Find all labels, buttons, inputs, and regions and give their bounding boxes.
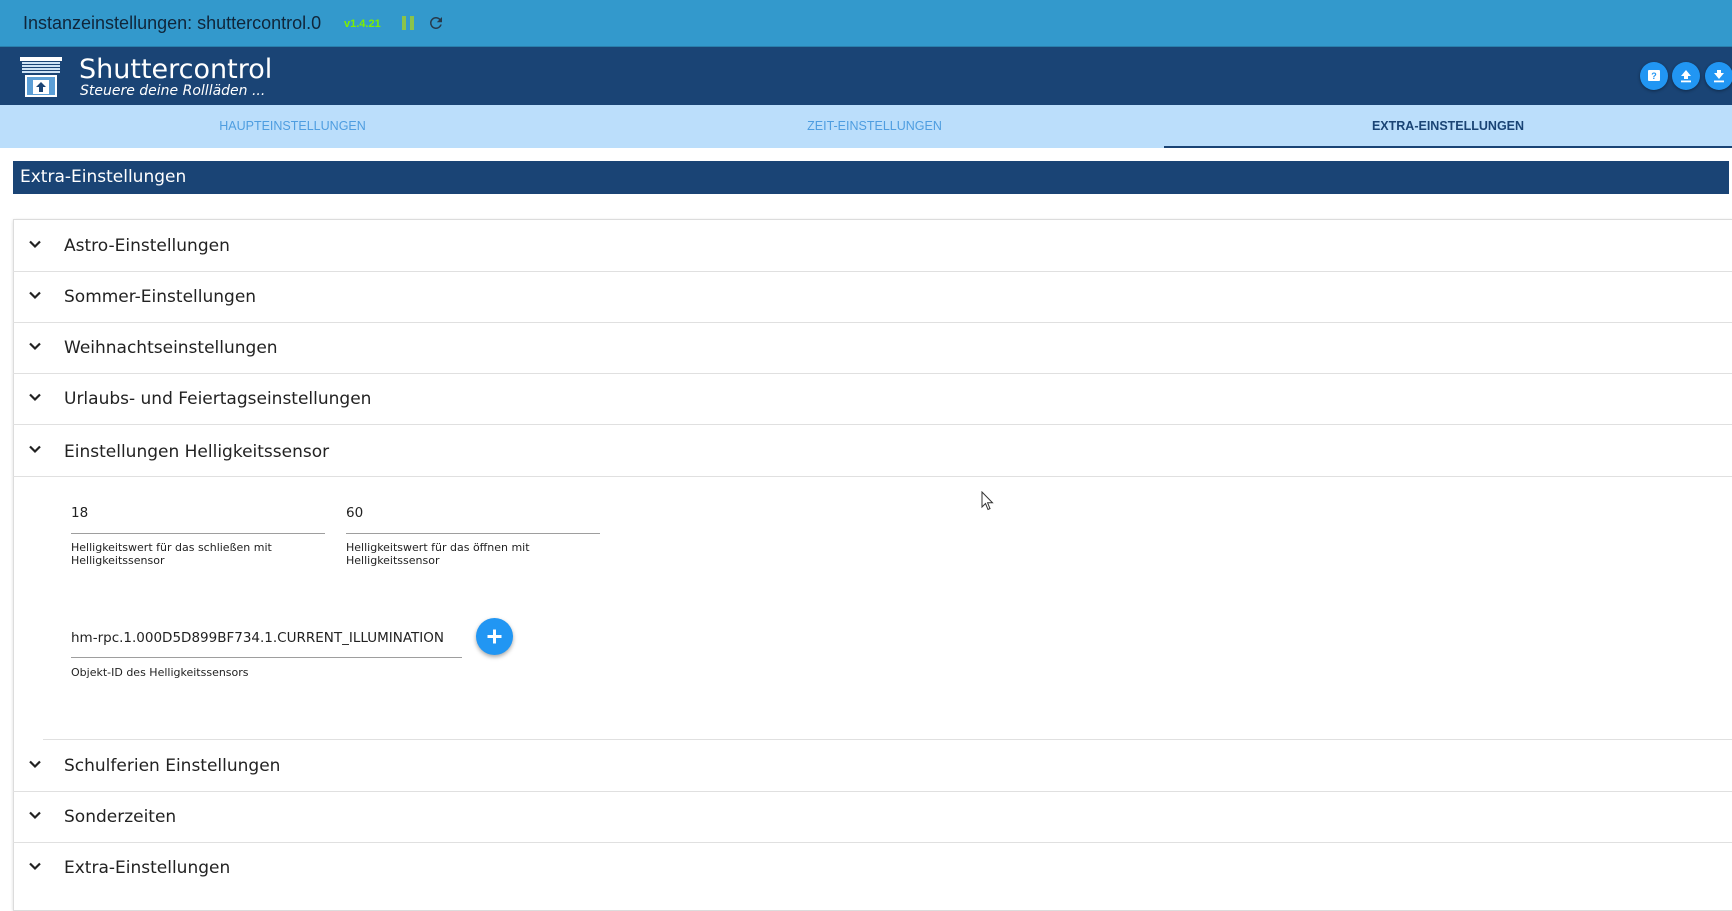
section-title: Extra-Einstellungen	[13, 161, 1729, 194]
accordion-holidays[interactable]: Urlaubs- und Feiertagseinstellungen	[13, 373, 1732, 425]
chevron-down-icon	[29, 393, 41, 402]
accordion-label: Sonderzeiten	[64, 807, 177, 827]
accordion-label: Weihnachtseinstellungen	[64, 338, 278, 358]
chevron-down-icon	[29, 240, 41, 249]
accordion-special-times[interactable]: Sonderzeiten	[13, 791, 1732, 843]
app-subtitle: Steuere deine Rollläden ...	[80, 83, 266, 99]
accordion-christmas[interactable]: Weihnachtseinstellungen	[13, 322, 1732, 374]
download-button[interactable]	[1705, 62, 1732, 90]
reload-icon[interactable]	[427, 14, 445, 32]
help-icon: ?	[1648, 70, 1660, 81]
accordion-label: Einstellungen Helligkeitssensor	[64, 442, 330, 462]
chevron-down-icon	[29, 862, 41, 871]
sensor-object-id-input[interactable]: hm-rpc.1.000D5D899BF734.1.CURRENT_ILLUMI…	[71, 629, 444, 647]
sensor-object-id-help: Objekt-ID des Helligkeitssensors	[71, 666, 249, 679]
accordion-label: Sommer-Einstellungen	[64, 287, 257, 307]
open-brightness-input[interactable]: 60	[346, 504, 363, 522]
close-brightness-help: Helligkeitswert für das schließen mit He…	[71, 541, 272, 567]
accordion-extra-settings[interactable]: Extra-Einstellungen	[13, 842, 1732, 893]
open-brightness-value: 60	[346, 505, 364, 521]
upload-icon	[1681, 70, 1691, 83]
accordion-astro[interactable]: Astro-Einstellungen	[13, 220, 1732, 272]
chevron-down-icon	[29, 760, 41, 769]
accordion-summer[interactable]: Sommer-Einstellungen	[13, 271, 1732, 323]
accordion-school-holidays[interactable]: Schulferien Einstellungen	[13, 740, 1732, 792]
app-name: Shuttercontrol	[79, 54, 273, 85]
pause-icon[interactable]	[402, 16, 414, 30]
adapter-version: v1.4.21	[344, 18, 381, 30]
sensor-object-id-value: hm-rpc.1.000D5D899BF734.1.CURRENT_ILLUMI…	[71, 630, 444, 646]
close-brightness-underline	[71, 533, 325, 534]
close-brightness-input[interactable]: 18	[71, 504, 88, 522]
active-tab-indicator	[1164, 146, 1732, 148]
sensor-object-id-underline	[71, 657, 462, 658]
help-button[interactable]: ?	[1640, 62, 1668, 90]
chevron-down-icon	[29, 342, 41, 351]
close-brightness-value: 18	[71, 505, 89, 521]
tab-main-settings[interactable]: HAUPTEINSTELLUNGEN	[0, 105, 585, 148]
tab-time-settings[interactable]: ZEIT-EINSTELLUNGEN	[585, 105, 1164, 148]
chevron-down-icon	[29, 811, 41, 820]
accordion-label: Astro-Einstellungen	[64, 236, 230, 256]
open-brightness-underline	[346, 533, 600, 534]
accordion-label: Schulferien Einstellungen	[64, 756, 281, 776]
svg-text:?: ?	[1651, 71, 1657, 81]
download-icon	[1714, 70, 1724, 83]
shutter-logo-icon	[20, 57, 62, 99]
mouse-cursor-icon	[981, 490, 994, 516]
chevron-down-icon	[29, 445, 41, 454]
accordion-label: Urlaubs- und Feiertagseinstellungen	[64, 389, 372, 409]
open-brightness-help: Helligkeitswert für das öffnen mit Helli…	[346, 541, 530, 567]
upload-button[interactable]	[1672, 62, 1700, 90]
plus-icon	[487, 629, 502, 644]
select-object-id-button[interactable]	[476, 618, 513, 655]
instance-title: Instanzeinstellungen: shuttercontrol.0	[23, 13, 322, 33]
accordion-label: Extra-Einstellungen	[64, 858, 231, 878]
accordion-brightness-sensor[interactable]: Einstellungen Helligkeitssensor	[13, 424, 1732, 477]
chevron-down-icon	[29, 291, 41, 300]
tab-extra-settings[interactable]: EXTRA-EINSTELLUNGEN	[1164, 105, 1732, 148]
